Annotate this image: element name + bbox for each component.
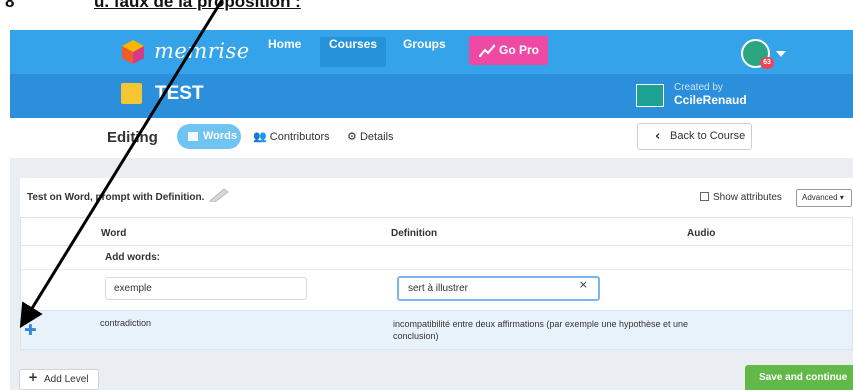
plus-icon[interactable]: ✚ xyxy=(24,323,37,338)
creator-name[interactable]: CcileRenaud xyxy=(674,93,747,107)
memrise-logo-icon[interactable] xyxy=(122,40,144,64)
advanced-dropdown[interactable]: Advanced ▾ xyxy=(796,189,852,207)
pencil-icon[interactable] xyxy=(209,188,229,202)
plus-icon: + xyxy=(28,370,39,384)
level-title: Test on Word, prompt with Definition. xyxy=(27,192,205,203)
add-level-button[interactable]: + Add Level xyxy=(19,369,99,390)
entry-definition[interactable]: incompatibilité entre deux affirmations … xyxy=(393,318,693,342)
nav-courses[interactable]: Courses xyxy=(320,37,387,67)
show-attributes-label: Show attributes xyxy=(713,192,782,203)
document-caption: 8 u. faux de la proposition : xyxy=(0,0,853,30)
chevron-down-icon: ▾ xyxy=(839,193,844,202)
course-icon xyxy=(121,83,142,104)
notification-badge: 63 xyxy=(760,57,774,69)
row-divider xyxy=(21,269,853,270)
course-title: TEST xyxy=(155,83,204,104)
created-by-label: Created by xyxy=(674,82,723,93)
screenshot-root: 8 u. faux de la proposition : memrise Ho… xyxy=(0,0,853,390)
definition-input[interactable]: sert à illustrer × xyxy=(397,276,600,301)
go-pro-button[interactable]: Go Pro xyxy=(469,36,548,65)
edit-tabs-bar: Editing Words 👥 Contributors ⚙ Details ‹… xyxy=(10,118,853,158)
show-attributes-checkbox[interactable] xyxy=(700,192,709,201)
go-pro-label: Go Pro xyxy=(499,43,540,57)
header-divider xyxy=(21,245,853,246)
caption-prefix: 8 xyxy=(5,0,15,11)
tab-details[interactable]: ⚙ Details xyxy=(347,130,394,143)
user-avatar[interactable]: 63 xyxy=(741,39,774,69)
nav-home[interactable]: Home xyxy=(259,37,310,67)
column-header-definition: Definition xyxy=(391,228,438,239)
nav-groups[interactable]: Groups xyxy=(394,37,455,67)
column-header-audio: Audio xyxy=(687,228,716,239)
chevron-down-icon[interactable] xyxy=(776,51,786,57)
tab-contributors-label: Contributors xyxy=(269,131,330,143)
tab-words-label: Words xyxy=(203,130,238,142)
word-input[interactable]: exemple xyxy=(105,277,307,300)
caption-text: u. faux de la proposition : xyxy=(94,0,301,11)
editing-label: Editing xyxy=(107,129,158,146)
trend-up-icon xyxy=(479,44,495,57)
top-navbar: memrise Home Courses Groups Go Pro 63 xyxy=(10,30,853,74)
course-header: TEST Created by CcileRenaud xyxy=(10,74,853,118)
tab-words[interactable]: Words xyxy=(177,124,241,149)
definition-input-value: sert à illustrer xyxy=(408,283,469,294)
back-to-course-label: Back to Course xyxy=(670,130,746,142)
add-level-label: Add Level xyxy=(44,374,89,385)
clear-icon[interactable]: × xyxy=(579,278,588,291)
creator-avatar[interactable] xyxy=(636,84,664,107)
back-to-course-button[interactable]: ‹ Back to Course xyxy=(637,123,752,150)
add-words-label: Add words: xyxy=(105,252,160,263)
show-attributes-toggle[interactable]: Show attributes xyxy=(700,192,782,203)
gear-icon: ⚙ xyxy=(347,131,357,143)
memrise-logo-text[interactable]: memrise xyxy=(154,39,250,63)
advanced-label: Advanced xyxy=(802,193,838,202)
chevron-left-icon: ‹ xyxy=(655,129,661,144)
tab-details-label: Details xyxy=(359,131,394,143)
table-row[interactable]: ✚ contradiction incompatibilité entre de… xyxy=(21,310,852,349)
users-icon: 👥 xyxy=(253,131,267,143)
editor-content: Test on Word, prompt with Definition. Sh… xyxy=(10,158,853,390)
save-and-continue-button[interactable]: Save and continue xyxy=(745,365,853,390)
entry-word[interactable]: contradiction xyxy=(100,318,151,328)
level-panel: Test on Word, prompt with Definition. Sh… xyxy=(20,178,853,350)
column-header-word: Word xyxy=(101,228,127,239)
words-table: Word Definition Audio Add words: exemple… xyxy=(20,217,853,350)
list-icon xyxy=(188,132,198,141)
tab-contributors[interactable]: 👥 Contributors xyxy=(253,130,330,143)
